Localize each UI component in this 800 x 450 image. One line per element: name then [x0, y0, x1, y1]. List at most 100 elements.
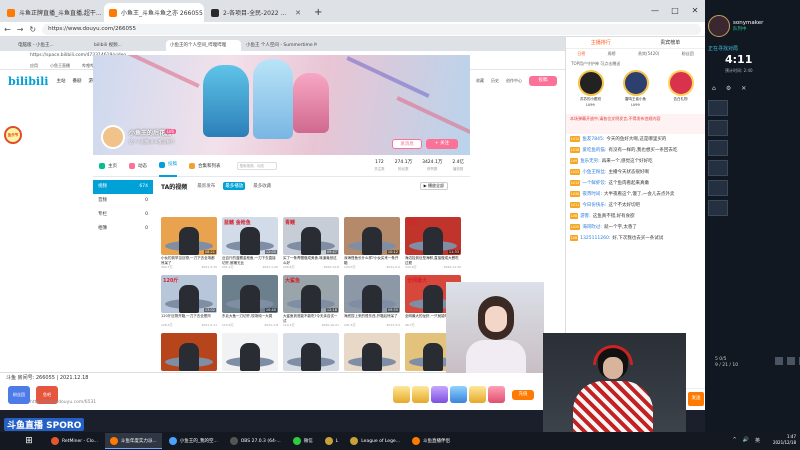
tab-home[interactable]: 主页	[99, 162, 117, 169]
video-card[interactable]: 10:12 深海怪鱼长什么样?小伙买来一条开箱 144.3万 2021-2-2	[344, 217, 400, 269]
tab-dynamic[interactable]: 动态	[129, 162, 147, 169]
volume-icon[interactable]: 🔊	[743, 437, 749, 444]
video-title[interactable]: 近百斤的蓝鳍金枪鱼,一刀下去直接切开,鲜嫩无比	[222, 256, 278, 265]
follow-button[interactable]: + 关注	[426, 139, 458, 149]
video-thumbnail[interactable]: 120斤 13:02	[161, 275, 217, 313]
chat-username[interactable]: 鱼友7845:	[582, 137, 604, 142]
video-thumbnail[interactable]	[222, 333, 278, 371]
space-search-input[interactable]: 搜索视频、动态	[236, 161, 277, 170]
outer-tab-active[interactable]: 小鱼王_斗鱼斗鱼之亦 266055✕	[104, 3, 204, 22]
close-tab-icon[interactable]: ✕	[203, 9, 204, 17]
video-title[interactable]: 小伙钓到罕见巨物,一刀下去全场都惊呆了	[161, 256, 217, 265]
top-fan[interactable]: 雷鸣王者小鱼 LV99	[615, 70, 656, 112]
speaker-icon[interactable]	[787, 357, 795, 365]
video-thumbnail[interactable]: 大鲨鱼 12:18	[283, 275, 339, 313]
taskbar-app[interactable]: 微信	[288, 433, 318, 449]
home-icon[interactable]: ⌂	[712, 85, 716, 92]
minimize-icon[interactable]: —	[645, 0, 665, 22]
video-title[interactable]: 大鲨鱼到底能不能吃?今天亲自试一试	[283, 314, 339, 323]
fan-club-button[interactable]: 粉丝团	[8, 386, 30, 404]
tab-vip-list[interactable]: 贵宾榜单	[636, 37, 706, 48]
chat-username[interactable]: 小鱼王粉丝:	[582, 170, 606, 175]
close-tab-icon[interactable]: ✕	[292, 9, 301, 17]
video-card[interactable]: 青鳗 09:47 买了一条青鳗做成美食,味道竟然这么好 156.8万 2020-12-8	[283, 217, 339, 269]
taskbar-app[interactable]: League of Lege...	[345, 433, 405, 449]
video-card[interactable]: 08:21 小伙钓到罕见巨物,一刀下去全场都惊呆了 392.7万 2021-3-15	[161, 217, 217, 269]
stat-fans[interactable]: 274.1万 粉丝数	[395, 160, 412, 172]
video-card[interactable]: 10:40 东北大鱼一刀切开,现场炖一大锅 119.6万 2021-1-8	[222, 275, 278, 327]
clock[interactable]: 1:47 2021/12/18	[773, 434, 796, 446]
bookmark-item[interactable]: 应用	[30, 61, 38, 69]
close-window-icon[interactable]: ✕	[685, 0, 705, 22]
nav-item[interactable]: 主站	[56, 78, 65, 84]
taskbar-app[interactable]: RetMiner - Clo...	[46, 433, 103, 449]
video-title[interactable]: 买了一条青鳗做成美食,味道竟然这么好	[283, 256, 339, 265]
filter-most-played[interactable]: 最多播放	[223, 182, 246, 190]
input-method-icon[interactable]: 英	[755, 437, 760, 444]
sidebar-item-album[interactable]: 相簿 0	[93, 222, 153, 236]
bilibili-logo[interactable]: bilibili	[8, 75, 48, 88]
outer-url-field[interactable]: https://www.douyu.com/266055	[42, 23, 701, 35]
top-fan[interactable]: 告白礼物	[660, 70, 701, 112]
video-thumbnail[interactable]: 蓝鳍 金枪鱼 12:05	[222, 217, 278, 255]
gift-icon[interactable]	[450, 386, 467, 403]
gift-icon[interactable]	[431, 386, 448, 403]
tab-daily[interactable]: 日榜	[577, 49, 585, 59]
tab-anchor-rank[interactable]: 主播排行	[566, 37, 636, 48]
reload-icon[interactable]: ↻	[29, 25, 36, 34]
video-card[interactable]: 09:55 海底捞上来的怪东西,开箱后惊呆了 101.5万 2021-3-3	[344, 275, 400, 327]
tab-fan-group[interactable]: 粉丝团	[682, 49, 694, 59]
taskbar-app[interactable]: OBS 27.0.3 (64-...	[225, 433, 286, 449]
video-title[interactable]: 海底捞上来的怪东西,开箱后惊呆了	[344, 314, 400, 323]
mic-icon[interactable]	[775, 357, 783, 365]
video-title[interactable]: 海边捡到巨型海鲜,直接做成大餐吃过瘾	[405, 256, 461, 265]
stat-following[interactable]: 172 关注数	[374, 160, 385, 172]
floating-event-logo[interactable]: 鱼乐节	[4, 126, 22, 144]
tray-expand-icon[interactable]: ^	[733, 437, 737, 444]
gift-icon[interactable]	[412, 386, 429, 403]
new-tab-icon[interactable]: +	[308, 7, 328, 22]
video-thumbnail[interactable]: 10:40	[222, 275, 278, 313]
video-card[interactable]: 巨型 11:33 海边捡到巨型海鲜,直接做成大餐吃过瘾 132.9万 2020-11-3…	[405, 217, 461, 269]
tab-collections[interactable]: 合集和列表	[189, 162, 221, 169]
video-thumbnail[interactable]: 青鳗 09:47	[283, 217, 339, 255]
video-thumbnail[interactable]	[344, 333, 400, 371]
sidebar-item-article[interactable]: 专栏 0	[93, 208, 153, 222]
right-nav-item[interactable]: 收藏	[476, 78, 484, 84]
sidebar-item-video[interactable]: 视频 674	[93, 180, 153, 194]
send-button[interactable]: 发送	[688, 392, 704, 406]
chat-username[interactable]: 夜宵时间:	[582, 192, 602, 197]
chat-username[interactable]: 1325111260:	[580, 236, 610, 241]
avatar[interactable]	[708, 15, 730, 37]
right-nav-item[interactable]: 历史	[491, 78, 499, 84]
video-card[interactable]: 蓝鳍 金枪鱼 12:05 近百斤的蓝鳍金枪鱼,一刀下去直接切开,鲜嫩无比 201.2万…	[222, 217, 278, 269]
upload-button[interactable]: 投稿	[529, 76, 557, 86]
video-thumbnail[interactable]: 巨型 11:33	[405, 217, 461, 255]
gift-icon[interactable]	[488, 386, 505, 403]
maximize-icon[interactable]: □	[665, 0, 685, 22]
message-button[interactable]: 发消息	[392, 139, 422, 149]
right-nav-item[interactable]: 创作中心	[506, 78, 522, 84]
inner-tab[interactable]: 电脑版 - 小鱼王...	[14, 40, 89, 51]
chat-username[interactable]: 今日份快乐:	[582, 203, 606, 208]
bookmark-item[interactable]: 小鱼王直播	[50, 61, 70, 69]
windows-start-icon[interactable]: ⊞	[22, 434, 36, 448]
video-thumbnail[interactable]: 08:21	[161, 217, 217, 255]
filter-latest[interactable]: 最新发布	[195, 182, 217, 190]
inner-tab[interactable]: 小鱼王 个人空间 - Summertime Ma...	[242, 40, 317, 51]
filter-most-favorited[interactable]: 最多收藏	[251, 182, 273, 190]
gear-icon[interactable]: ⚙	[726, 85, 731, 92]
gift-icon[interactable]	[393, 386, 410, 403]
tab-vip[interactable]: 贵宾(5420)	[638, 49, 659, 59]
nav-item[interactable]: 番剧	[72, 78, 81, 84]
chat-username[interactable]: 一个鲜虾饺:	[582, 181, 606, 186]
close-icon[interactable]: ✕	[741, 85, 746, 92]
top-fan[interactable]: 苏苏的小跟班 LV99	[570, 70, 611, 112]
taskbar-app[interactable]: 斗鱼直播伴侣	[407, 433, 455, 449]
video-thumbnail[interactable]: 10:12	[344, 217, 400, 255]
tab-videos[interactable]: 投稿	[159, 155, 177, 177]
video-thumbnail[interactable]	[283, 333, 339, 371]
chat-username[interactable]: 鱼乐无穷:	[580, 159, 600, 164]
video-title[interactable]: 120斤巨物开箱,一刀下去全是肉	[161, 314, 217, 323]
chat-username[interactable]: 游客:	[580, 214, 591, 219]
